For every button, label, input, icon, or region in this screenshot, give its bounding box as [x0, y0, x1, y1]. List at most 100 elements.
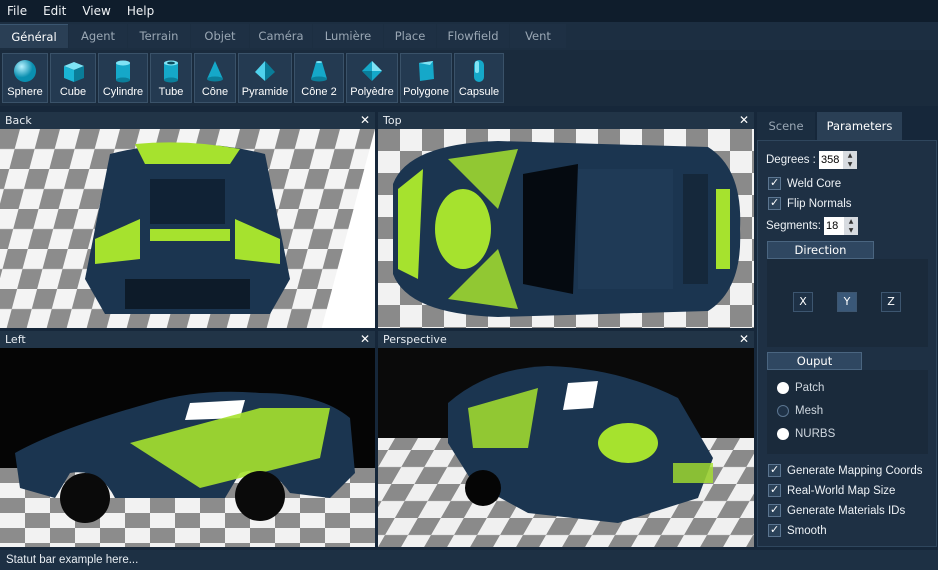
- car-back-render: [0, 129, 375, 328]
- capsule-label: Capsule: [458, 86, 500, 98]
- cone2-label: Cône 2: [301, 86, 337, 98]
- generate-materials-ids-checkbox[interactable]: Generate Materials IDs: [768, 503, 905, 517]
- tab-flowfield[interactable]: Flowfield: [437, 24, 509, 48]
- output-group-header: Ouput: [767, 352, 862, 370]
- weld-core-checkbox[interactable]: Weld Core: [768, 176, 842, 190]
- tab-terrain[interactable]: Terrain: [128, 24, 190, 48]
- smooth-checkbox[interactable]: Smooth: [768, 523, 827, 537]
- cone-button[interactable]: Cône: [194, 53, 236, 103]
- close-icon[interactable]: ✕: [360, 331, 370, 348]
- degrees-spin-arrows[interactable]: ▲ ▼: [843, 151, 857, 169]
- arrow-down-icon[interactable]: ▼: [844, 226, 858, 235]
- generate-mapping-coords-checkbox[interactable]: Generate Mapping Coords: [768, 463, 923, 477]
- pyramid-button[interactable]: Pyramide: [238, 53, 292, 103]
- output-group: Patch Mesh NURBS: [767, 370, 928, 454]
- tube-icon: [164, 60, 178, 83]
- radio-icon[interactable]: [777, 382, 789, 394]
- radio-icon[interactable]: [777, 428, 789, 440]
- segments-input[interactable]: 18: [824, 217, 844, 235]
- viewport-back-scene: [0, 129, 375, 328]
- checkbox-icon[interactable]: [768, 483, 781, 497]
- cube-icon: [64, 62, 84, 82]
- cone2-icon: [311, 61, 327, 82]
- main-tab-bar: Général Agent Terrain Objet Caméra Lumiè…: [0, 22, 938, 50]
- pyramid-icon: [255, 61, 275, 81]
- degrees-input[interactable]: 358: [819, 151, 843, 169]
- status-text: Statut bar example here...: [6, 554, 139, 566]
- weld-core-label: Weld Core: [787, 177, 842, 190]
- tab-camera[interactable]: Caméra: [250, 24, 312, 48]
- cylinder-icon: [116, 60, 130, 83]
- checkbox-icon[interactable]: [768, 463, 781, 477]
- output-nurbs-label: NURBS: [795, 428, 836, 440]
- viewport-perspective[interactable]: Perspective ✕: [378, 331, 754, 547]
- real-world-map-size-label: Real-World Map Size: [787, 484, 896, 497]
- viewport-perspective-header: Perspective ✕: [378, 331, 754, 348]
- tab-general[interactable]: Général: [0, 24, 68, 48]
- cylinder-label: Cylindre: [102, 86, 144, 98]
- menu-view[interactable]: View: [74, 0, 118, 22]
- flip-normals-checkbox[interactable]: Flip Normals: [768, 196, 852, 210]
- tab-parameters[interactable]: Parameters: [817, 112, 902, 140]
- capsule-button[interactable]: Capsule: [454, 53, 504, 103]
- viewport-top[interactable]: Top ✕: [378, 112, 754, 328]
- output-nurbs-radio[interactable]: NURBS: [777, 428, 835, 440]
- tube-button[interactable]: Tube: [150, 53, 192, 103]
- real-world-map-size-checkbox[interactable]: Real-World Map Size: [768, 483, 896, 497]
- segments-spinbox[interactable]: 18 ▲ ▼: [824, 217, 858, 235]
- viewport-left-header: Left ✕: [0, 331, 375, 348]
- viewport-left-scene: [0, 348, 375, 547]
- checkbox-icon[interactable]: [768, 196, 781, 210]
- cube-button[interactable]: Cube: [50, 53, 96, 103]
- degrees-label: Degrees :: [766, 154, 816, 166]
- polygon-button[interactable]: Polygone: [400, 53, 452, 103]
- generate-mapping-coords-label: Generate Mapping Coords: [787, 464, 923, 477]
- tab-place[interactable]: Place: [384, 24, 436, 48]
- parameters-panel: Degrees : 358 ▲▼ Weld Core Flip Normals …: [757, 140, 937, 547]
- polyhedron-label: Polyèdre: [350, 86, 394, 98]
- arrow-up-icon[interactable]: ▲: [843, 151, 857, 160]
- cube-label: Cube: [59, 86, 87, 98]
- tab-lumiere[interactable]: Lumière: [313, 24, 383, 48]
- polyhedron-button[interactable]: Polyèdre: [346, 53, 398, 103]
- axis-z-button[interactable]: Z: [881, 292, 901, 312]
- checkbox-icon[interactable]: [768, 523, 781, 537]
- tab-scene[interactable]: Scene: [757, 112, 815, 140]
- axis-y-button[interactable]: Y: [837, 292, 857, 312]
- arrow-down-icon[interactable]: ▼: [843, 160, 857, 169]
- tube-label: Tube: [158, 86, 184, 98]
- sphere-icon: [14, 60, 36, 82]
- close-icon[interactable]: ✕: [360, 112, 370, 129]
- segments-spin-arrows[interactable]: ▲ ▼: [844, 217, 858, 235]
- axis-x-button[interactable]: X: [793, 292, 813, 312]
- flip-normals-label: Flip Normals: [787, 197, 852, 210]
- smooth-label: Smooth: [787, 524, 827, 537]
- menu-file[interactable]: File: [0, 0, 35, 22]
- tab-vent[interactable]: Vent: [510, 24, 566, 48]
- radio-icon[interactable]: [777, 405, 789, 417]
- viewport-back-title: Back: [5, 114, 32, 127]
- viewport-left[interactable]: Left ✕: [0, 331, 375, 547]
- menu-help[interactable]: Help: [119, 0, 162, 22]
- cone2-button[interactable]: Cône 2: [294, 53, 344, 103]
- viewport-back[interactable]: Back ✕: [0, 112, 375, 328]
- sphere-button[interactable]: Sphere: [2, 53, 48, 103]
- viewport-perspective-title: Perspective: [383, 333, 447, 346]
- tab-objet[interactable]: Objet: [191, 24, 249, 48]
- side-tab-bar: Scene Parameters: [757, 112, 938, 140]
- close-icon[interactable]: ✕: [739, 112, 749, 129]
- close-icon[interactable]: ✕: [739, 331, 749, 348]
- menu-edit[interactable]: Edit: [35, 0, 74, 22]
- cylinder-button[interactable]: Cylindre: [98, 53, 148, 103]
- direction-group-header: Direction: [767, 241, 874, 259]
- output-mesh-radio[interactable]: Mesh: [777, 405, 823, 417]
- tab-agent[interactable]: Agent: [69, 24, 127, 48]
- arrow-up-icon[interactable]: ▲: [844, 217, 858, 226]
- checkbox-icon[interactable]: [768, 176, 781, 190]
- output-patch-radio[interactable]: Patch: [777, 382, 824, 394]
- cone-icon: [207, 61, 223, 82]
- output-mesh-label: Mesh: [795, 405, 824, 417]
- car-perspective-render: [378, 348, 754, 547]
- degrees-spinbox[interactable]: 358 ▲ ▼: [819, 151, 857, 169]
- checkbox-icon[interactable]: [768, 503, 781, 517]
